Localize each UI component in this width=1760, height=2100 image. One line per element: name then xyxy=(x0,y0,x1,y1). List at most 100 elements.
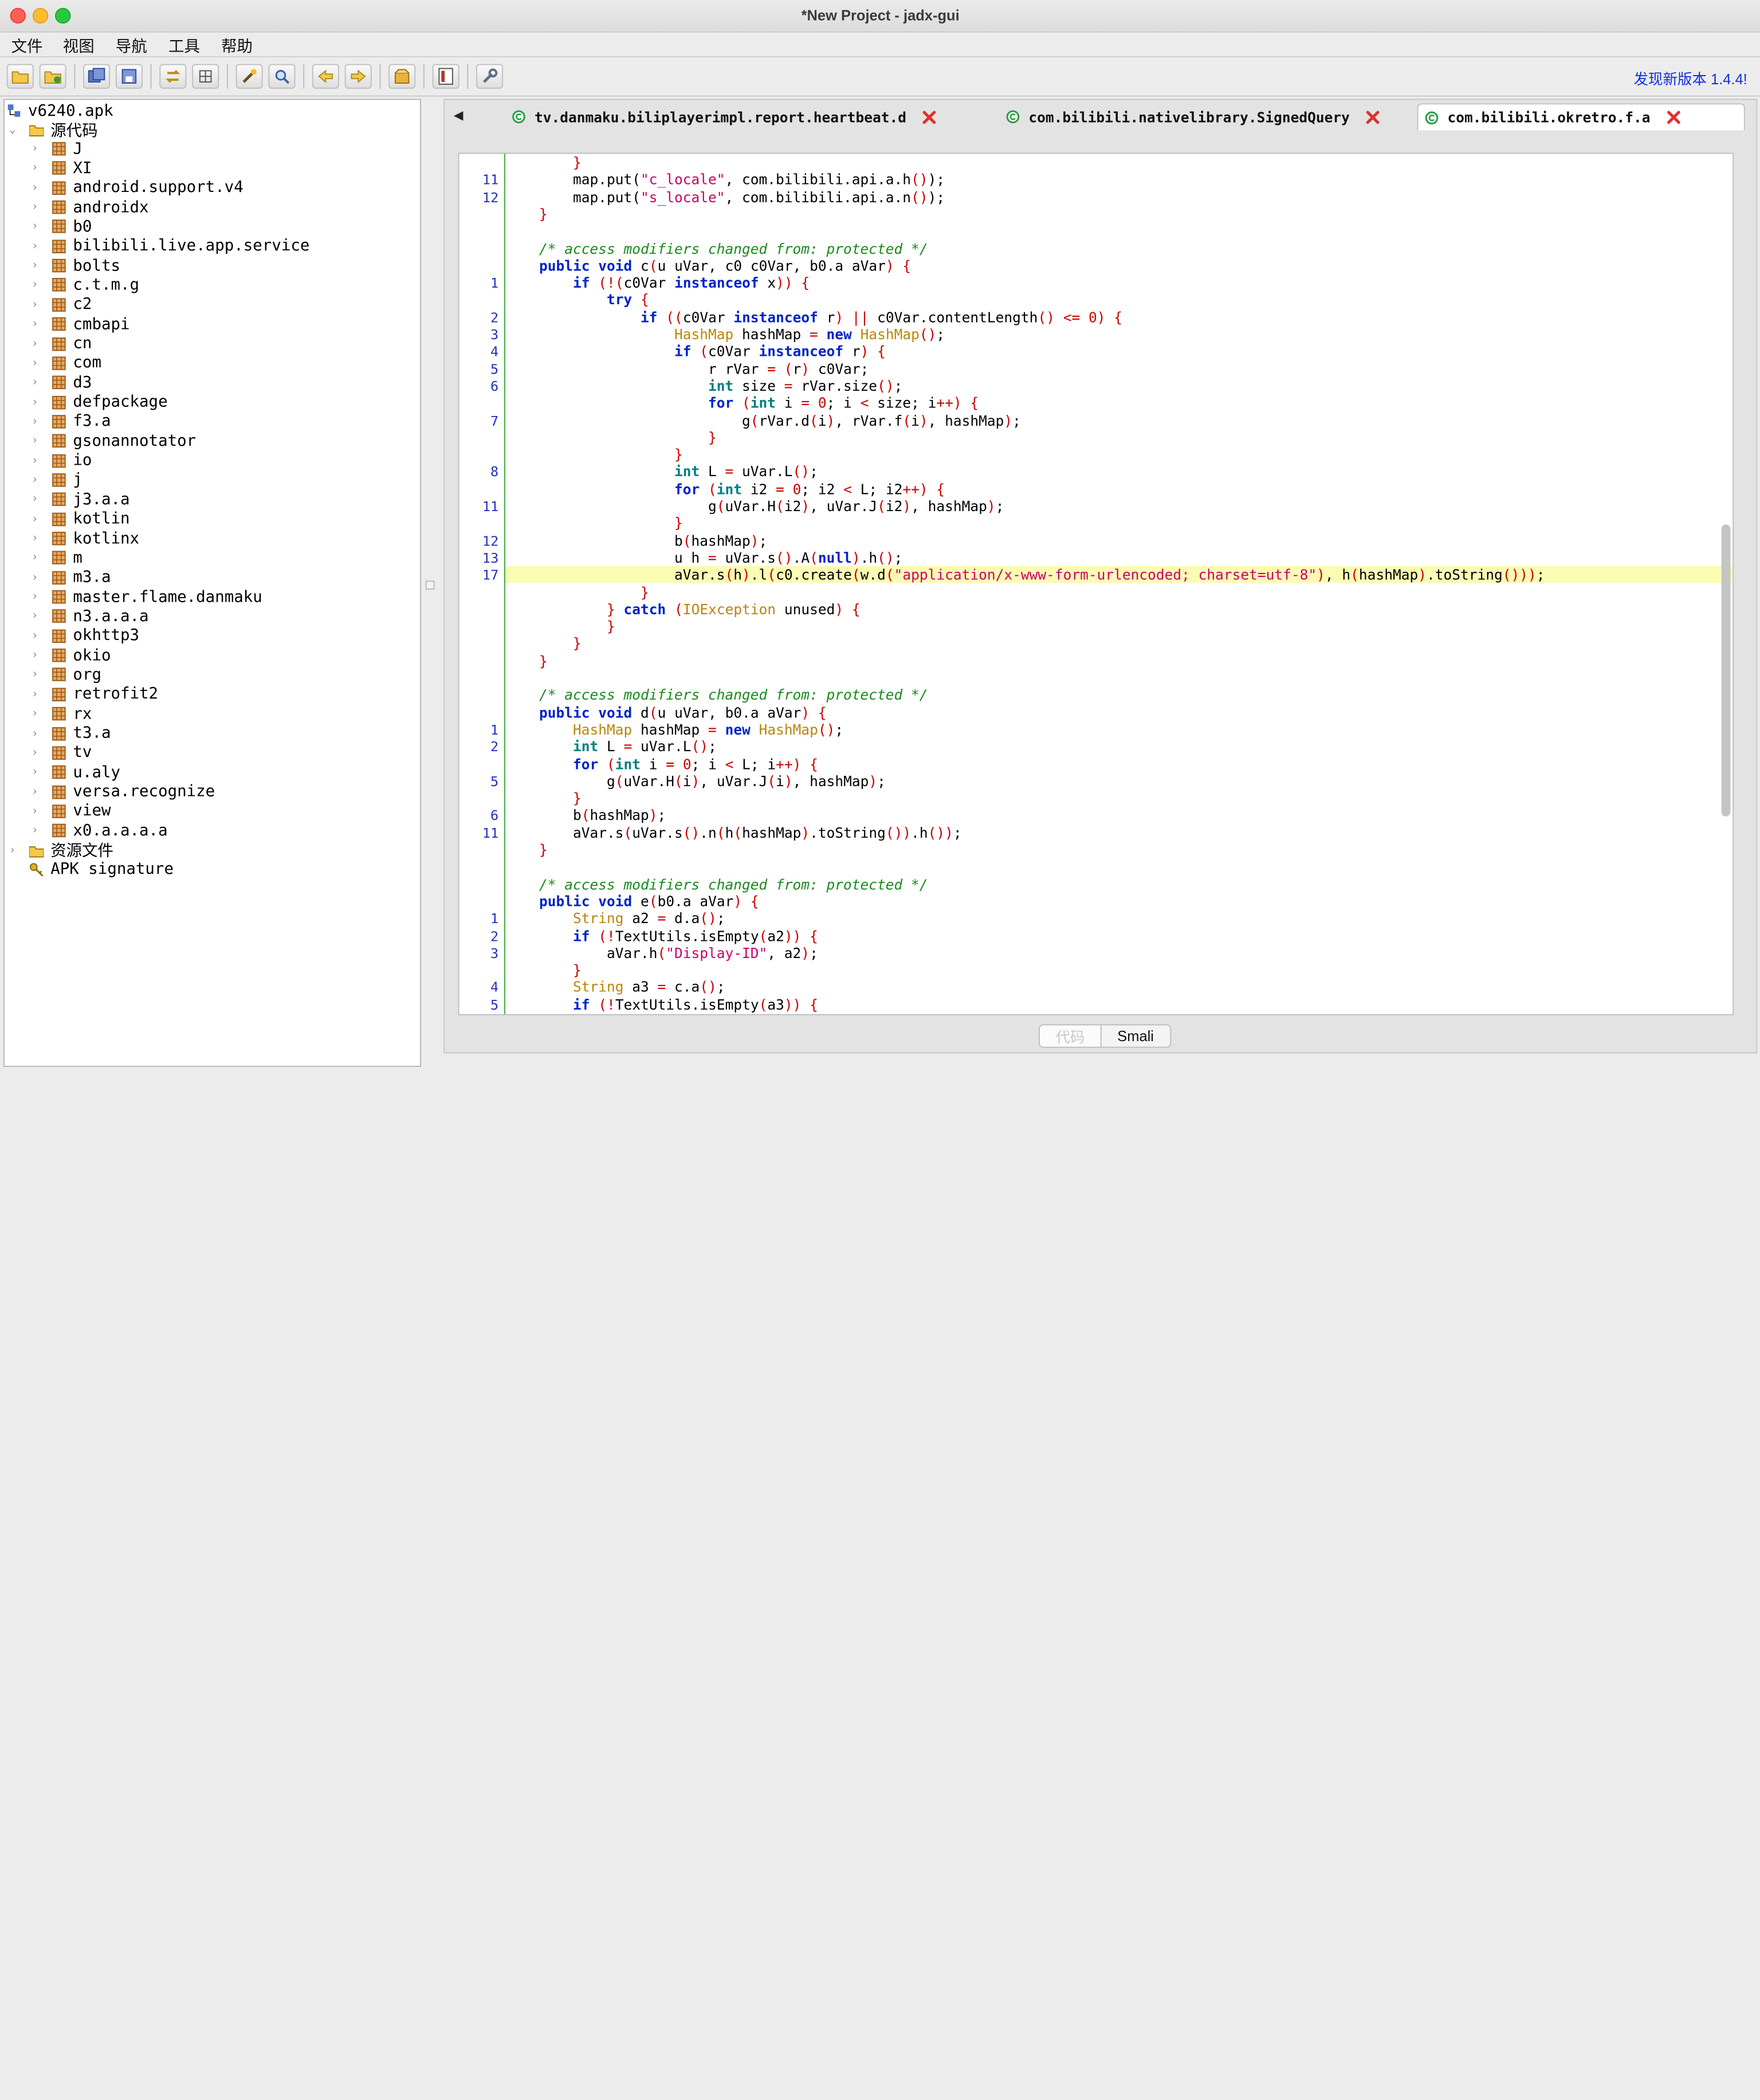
tree-package-item[interactable]: › bilibili.live.app.service xyxy=(32,237,310,256)
chevron-right-icon[interactable]: › xyxy=(32,415,43,428)
code-line[interactable]: if (!TextUtils.isEmpty(a3)) { xyxy=(505,996,1732,1013)
code-line[interactable]: if (!(c0Var instanceof x)) { xyxy=(505,274,1732,291)
code-line[interactable]: } xyxy=(505,618,1732,635)
close-tab-icon[interactable] xyxy=(1365,109,1380,124)
tree-package-item[interactable]: › kotlinx xyxy=(32,529,139,548)
menu-navigation[interactable]: 导航 xyxy=(116,35,147,57)
code-line[interactable] xyxy=(505,858,1732,876)
code-line[interactable]: /* access modifiers changed from: protec… xyxy=(505,876,1732,893)
tree-package-item[interactable]: › XI xyxy=(32,159,92,178)
code-line[interactable]: HashMap hashMap = new HashMap(); xyxy=(505,325,1732,343)
chevron-right-icon[interactable]: › xyxy=(32,513,43,525)
chevron-right-icon[interactable]: › xyxy=(32,454,43,467)
log-viewer-button[interactable] xyxy=(432,64,459,89)
close-tab-icon[interactable] xyxy=(922,109,936,124)
tree-package-item[interactable]: › gsonannotator xyxy=(32,431,196,450)
chevron-right-icon[interactable]: › xyxy=(32,201,43,214)
code-line[interactable]: String a3 = c.a(); xyxy=(505,979,1732,996)
tree-signature-node[interactable]: APK signature xyxy=(29,860,174,879)
tree-package-item[interactable]: › j xyxy=(32,470,82,489)
editor-tab[interactable]: tv.danmaku.biliplayerimpl.report.heartbe… xyxy=(512,103,937,130)
menu-file[interactable]: 文件 xyxy=(11,35,43,57)
tree-package-item[interactable]: › retrofit2 xyxy=(32,685,158,704)
chevron-right-icon[interactable]: › xyxy=(32,805,43,818)
tree-package-item[interactable]: › versa.recognize xyxy=(32,782,215,801)
code-view-tab[interactable]: 代码 xyxy=(1039,1024,1102,1048)
chevron-right-icon[interactable]: › xyxy=(32,221,43,233)
tree-package-item[interactable]: › n3.a.a.a xyxy=(32,607,149,626)
chevron-right-icon[interactable]: › xyxy=(32,825,43,837)
chevron-right-icon[interactable]: › xyxy=(32,552,43,564)
flatten-packages-button[interactable] xyxy=(192,64,219,89)
code-line[interactable]: } xyxy=(505,154,1732,171)
smali-view-tab[interactable]: Smali xyxy=(1101,1024,1171,1048)
code-line[interactable] xyxy=(505,669,1732,686)
code-line[interactable]: } catch (IOException unused) { xyxy=(505,600,1732,618)
code-line[interactable]: g(uVar.H(i2), uVar.J(i2), hashMap); xyxy=(505,497,1732,515)
code-line[interactable] xyxy=(505,222,1732,240)
tree-package-item[interactable]: › b0 xyxy=(32,217,92,236)
tree-package-item[interactable]: › c.t.m.g xyxy=(32,276,139,295)
code-line[interactable]: for (int i = 0; i < L; i++) { xyxy=(505,755,1732,772)
tree-package-item[interactable]: › m xyxy=(32,548,82,567)
code-line[interactable]: } xyxy=(505,961,1732,979)
tree-package-item[interactable]: › rx xyxy=(32,704,92,723)
code-line[interactable]: b(hashMap); xyxy=(505,807,1732,824)
tree-package-item[interactable]: › cmbapi xyxy=(32,315,130,333)
chevron-down-icon[interactable]: ⌄ xyxy=(9,124,21,136)
code-line[interactable]: } xyxy=(505,790,1732,807)
tree-package-item[interactable]: › x0.a.a.a.a xyxy=(32,821,168,840)
tree-package-item[interactable]: › tv xyxy=(32,743,92,762)
chevron-right-icon[interactable]: › xyxy=(32,708,43,720)
tree-package-item[interactable]: › m3.a xyxy=(32,568,111,587)
chevron-right-icon[interactable]: › xyxy=(32,571,43,584)
code-line[interactable]: } xyxy=(505,841,1732,858)
tab-scroll-left-icon[interactable]: ◀ xyxy=(454,108,463,123)
code-line[interactable]: int L = uVar.L(); xyxy=(505,463,1732,480)
add-files-button[interactable] xyxy=(39,64,66,89)
tree-package-item[interactable]: › com xyxy=(32,354,101,372)
splitter-handle[interactable] xyxy=(425,580,435,590)
code-line[interactable]: } xyxy=(505,446,1732,463)
code-line[interactable]: map.put("c_locale", com.bilibili.api.a.h… xyxy=(505,171,1732,189)
code-line[interactable]: } xyxy=(505,635,1732,652)
menu-view[interactable]: 视图 xyxy=(63,35,95,57)
back-button[interactable] xyxy=(312,64,339,89)
tree-package-item[interactable]: › d3 xyxy=(32,373,92,392)
sync-tree-button[interactable] xyxy=(159,64,187,89)
code-line[interactable]: int size = rVar.size(); xyxy=(505,377,1732,394)
code-line[interactable]: /* access modifiers changed from: protec… xyxy=(505,686,1732,704)
chevron-right-icon[interactable]: › xyxy=(32,435,43,448)
deobfuscation-button[interactable] xyxy=(388,64,416,89)
tree-package-item[interactable]: › u.aly xyxy=(32,763,120,782)
update-available-link[interactable]: 发现新版本 1.4.4! xyxy=(1634,68,1747,89)
project-tree[interactable]: v6240.apk ⌄ 源代码 › J › XI › android.support.v4… xyxy=(3,99,421,1067)
class-search-button[interactable] xyxy=(268,64,296,89)
chevron-right-icon[interactable]: › xyxy=(32,474,43,486)
chevron-right-icon[interactable]: › xyxy=(32,299,43,311)
code-line[interactable]: g(uVar.H(i), uVar.J(i), hashMap); xyxy=(505,772,1732,790)
save-all-button[interactable] xyxy=(83,64,111,89)
code-line[interactable]: aVar.s(h).l(c0.create(w.d("application/x… xyxy=(505,566,1733,584)
export-button[interactable] xyxy=(115,64,143,89)
tree-package-item[interactable]: › androidx xyxy=(32,198,149,217)
code-line[interactable]: b(hashMap); xyxy=(505,532,1732,549)
tree-package-item[interactable]: › J xyxy=(32,139,82,158)
code-line[interactable]: map.put("s_locale", com.bilibili.api.a.n… xyxy=(505,188,1732,205)
chevron-right-icon[interactable]: › xyxy=(32,591,43,603)
chevron-right-icon[interactable]: › xyxy=(32,162,43,175)
tree-package-item[interactable]: › view xyxy=(32,802,111,821)
chevron-right-icon[interactable]: › xyxy=(32,376,43,389)
code-line[interactable]: /* access modifiers changed from: protec… xyxy=(505,240,1732,257)
chevron-right-icon[interactable]: › xyxy=(32,649,43,662)
chevron-right-icon[interactable]: › xyxy=(32,786,43,798)
chevron-right-icon[interactable]: › xyxy=(32,669,43,681)
tree-resources-node[interactable]: › 资源文件 xyxy=(9,841,113,860)
chevron-right-icon[interactable]: › xyxy=(32,337,43,350)
code-line[interactable]: int L = uVar.L(); xyxy=(505,738,1732,755)
code-line[interactable]: } xyxy=(505,205,1732,222)
code-line[interactable]: for (int i = 0; i < size; i++) { xyxy=(505,394,1732,411)
code-line[interactable]: if ((c0Var instanceof r) || c0Var.conten… xyxy=(505,308,1732,325)
open-file-button[interactable] xyxy=(6,64,34,89)
close-tab-icon[interactable] xyxy=(1666,110,1680,124)
